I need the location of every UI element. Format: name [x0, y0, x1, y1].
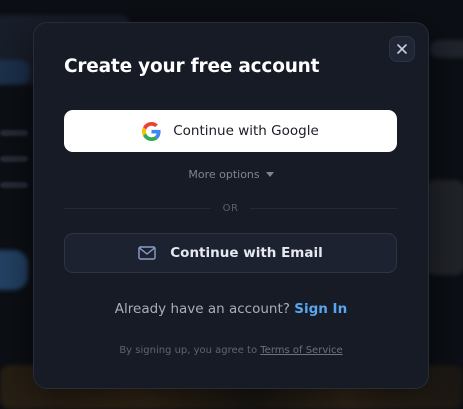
terms-prefix: By signing up, you agree to [119, 345, 258, 356]
continue-with-google-button[interactable]: Continue with Google [64, 110, 397, 152]
signin-prompt: Already have an account? [114, 301, 290, 317]
close-button[interactable] [389, 36, 415, 62]
more-options-label: More options [188, 168, 260, 181]
background-panel [0, 130, 28, 136]
google-button-label: Continue with Google [173, 123, 319, 139]
divider-line [250, 207, 398, 209]
caret-down-icon [265, 172, 274, 177]
divider-line [64, 207, 211, 209]
or-divider: OR [64, 200, 398, 216]
email-button-label: Continue with Email [170, 245, 323, 261]
google-logo-icon [142, 121, 161, 141]
background-panel [425, 180, 463, 275]
background-panel [0, 182, 28, 188]
divider-text: OR [222, 202, 239, 214]
more-options-toggle[interactable]: More options [34, 168, 428, 181]
terms-notice: By signing up, you agree to Terms of Ser… [34, 345, 428, 356]
signin-prompt-row: Already have an account? Sign In [34, 301, 428, 317]
background-panel [0, 60, 30, 84]
modal-title: Create your free account [64, 56, 320, 77]
background-panel [0, 156, 28, 162]
background-panel [430, 40, 463, 58]
sign-in-link[interactable]: Sign In [294, 301, 347, 317]
continue-with-email-button[interactable]: Continue with Email [64, 233, 397, 273]
terms-of-service-link[interactable]: Terms of Service [260, 345, 342, 356]
background-panel [0, 250, 28, 290]
signup-modal: Create your free account Continue with G… [33, 22, 429, 389]
close-icon [397, 44, 407, 54]
envelope-icon [138, 246, 156, 260]
